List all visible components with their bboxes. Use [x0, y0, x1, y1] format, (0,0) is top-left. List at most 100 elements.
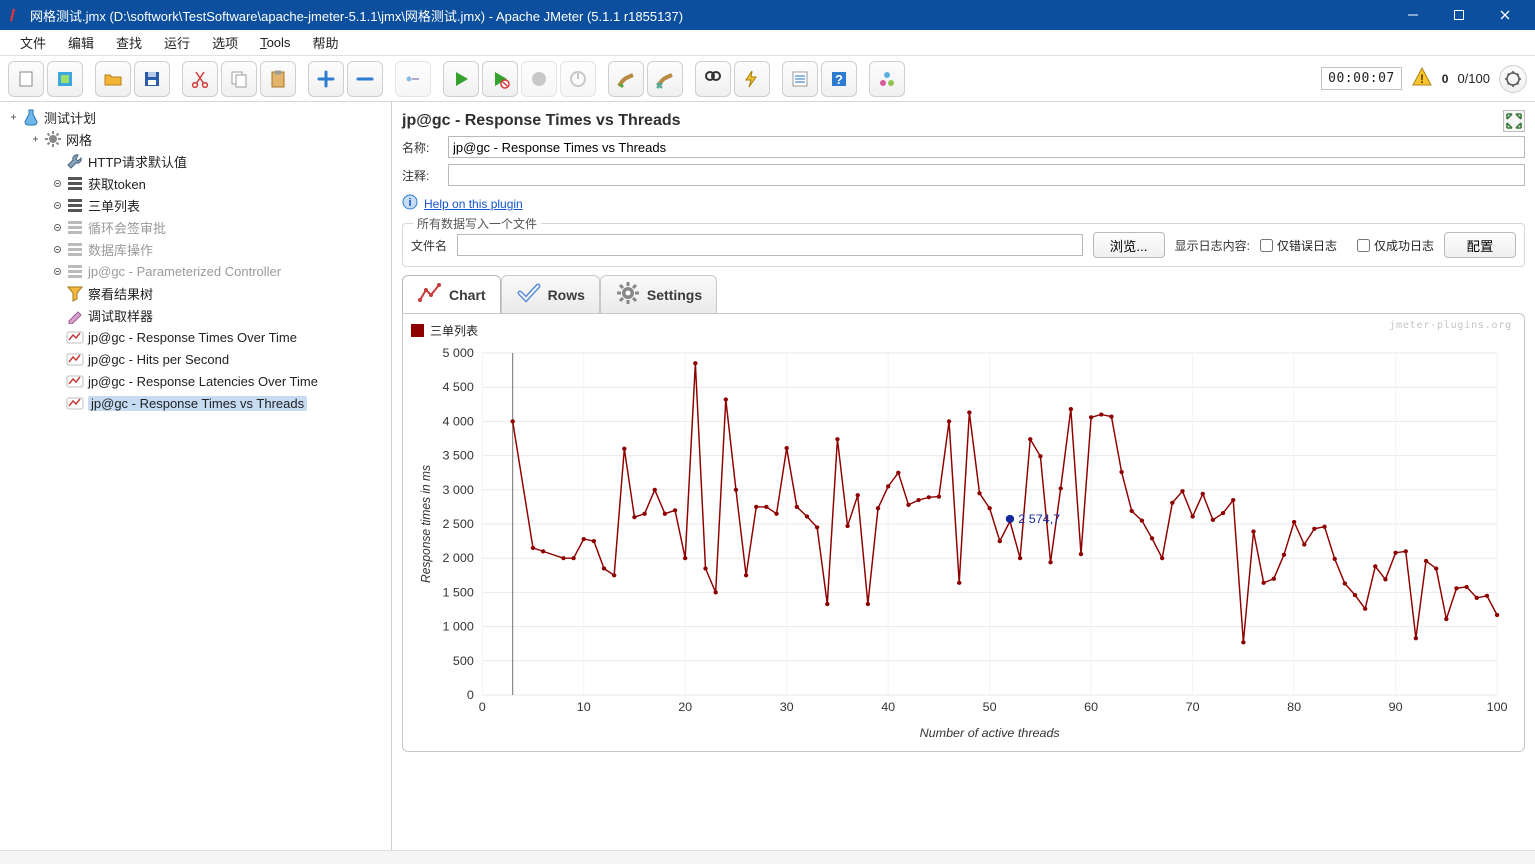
- plugins-button[interactable]: [869, 61, 905, 97]
- help-link[interactable]: Help on this plugin: [424, 197, 523, 211]
- tree-item-icon: [66, 328, 84, 346]
- tree-item-label: 察看结果树: [88, 284, 153, 303]
- tree-item[interactable]: jp@gc - Response Latencies Over Time: [8, 370, 391, 392]
- browse-button[interactable]: 浏览...: [1093, 232, 1165, 258]
- cut-button[interactable]: [182, 61, 218, 97]
- help-button[interactable]: ?: [821, 61, 857, 97]
- configure-button[interactable]: 配置: [1444, 232, 1516, 258]
- tree-item-icon: [66, 152, 84, 170]
- tree-item-icon: [22, 108, 40, 126]
- menu-help[interactable]: 帮助: [302, 30, 348, 55]
- tab-rows[interactable]: Rows: [501, 275, 600, 313]
- chart-panel: 三单列表 jmeter-plugins.org 05001 0001 5002 …: [402, 313, 1525, 752]
- success-only-checkbox[interactable]: 仅成功日志: [1357, 237, 1434, 254]
- new-button[interactable]: [8, 61, 44, 97]
- clear-button[interactable]: [608, 61, 644, 97]
- tree-toggle-icon[interactable]: [52, 266, 62, 276]
- start-no-timer-button[interactable]: [482, 61, 518, 97]
- maximize-button[interactable]: [1437, 1, 1481, 29]
- close-button[interactable]: [1483, 1, 1527, 29]
- templates-button[interactable]: [47, 61, 83, 97]
- tree-item-label: 获取token: [88, 174, 146, 193]
- svg-text:2 000: 2 000: [442, 551, 474, 565]
- tree-item[interactable]: 三单列表: [8, 194, 391, 216]
- tree-item[interactable]: jp@gc - Response Times vs Threads: [8, 392, 391, 414]
- tree-item[interactable]: HTTP请求默认值: [8, 150, 391, 172]
- paste-button[interactable]: [260, 61, 296, 97]
- menu-file[interactable]: 文件: [10, 30, 56, 55]
- tree-item[interactable]: jp@gc - Parameterized Controller: [8, 260, 391, 282]
- file-output-fieldset: 所有数据写入一个文件 文件名 浏览... 显示日志内容: 仅错误日志 仅成功日志…: [402, 223, 1525, 267]
- comment-label: 注释:: [402, 167, 442, 184]
- tree-item[interactable]: 调试取样器: [8, 304, 391, 326]
- open-button[interactable]: [95, 61, 131, 97]
- tree-item[interactable]: 网格: [8, 128, 391, 150]
- tree-item[interactable]: 数据库操作: [8, 238, 391, 260]
- toolbar-settings-button[interactable]: [1499, 65, 1527, 93]
- tree-item[interactable]: 获取token: [8, 172, 391, 194]
- tab-chart[interactable]: Chart: [402, 275, 501, 313]
- name-input[interactable]: [448, 136, 1525, 158]
- clear-all-button[interactable]: [647, 61, 683, 97]
- tree-toggle-icon[interactable]: [52, 244, 62, 254]
- menu-options[interactable]: 选项: [202, 30, 248, 55]
- filename-label: 文件名: [411, 237, 447, 254]
- warning-icon[interactable]: !: [1411, 66, 1433, 91]
- collapse-button[interactable]: [347, 61, 383, 97]
- legend-swatch: [411, 324, 424, 337]
- tab-settings[interactable]: Settings: [600, 275, 717, 313]
- start-button[interactable]: [443, 61, 479, 97]
- copy-button[interactable]: [221, 61, 257, 97]
- window-title: 网格测试.jmx (D:\softwork\TestSoftware\apach…: [30, 6, 683, 25]
- function-helper-button[interactable]: [782, 61, 818, 97]
- save-button[interactable]: [134, 61, 170, 97]
- chart-watermark: jmeter-plugins.org: [1389, 320, 1512, 331]
- menu-run[interactable]: 运行: [154, 30, 200, 55]
- toggle-button[interactable]: [395, 61, 431, 97]
- tree-item-icon: [44, 130, 62, 148]
- tree-item[interactable]: 循环会签审批: [8, 216, 391, 238]
- svg-text:!: !: [1420, 72, 1424, 86]
- comment-input[interactable]: [448, 164, 1525, 186]
- thread-count: 0/100: [1457, 71, 1490, 86]
- tree-item[interactable]: jp@gc - Response Times Over Time: [8, 326, 391, 348]
- chart-canvas[interactable]: 05001 0001 5002 0002 5003 0003 5004 0004…: [409, 343, 1518, 743]
- tree-item-icon: [66, 394, 84, 412]
- tree-item-icon: [66, 174, 84, 192]
- tree-pane[interactable]: 测试计划网格HTTP请求默认值获取token三单列表循环会签审批数据库操作jp@…: [0, 102, 392, 850]
- minimize-button[interactable]: [1391, 1, 1435, 29]
- tree-item-label: 数据库操作: [88, 240, 153, 259]
- tree-toggle-icon[interactable]: [52, 200, 62, 210]
- tree-item[interactable]: 察看结果树: [8, 282, 391, 304]
- tree-item-label: 循环会签审批: [88, 218, 166, 237]
- svg-text:100: 100: [1487, 700, 1508, 714]
- statusbar: [0, 850, 1535, 864]
- svg-text:3 000: 3 000: [442, 483, 474, 497]
- svg-text:30: 30: [780, 700, 794, 714]
- shutdown-button[interactable]: [560, 61, 596, 97]
- tree-toggle-icon[interactable]: [52, 178, 62, 188]
- tree-item[interactable]: jp@gc - Hits per Second: [8, 348, 391, 370]
- filename-input[interactable]: [457, 234, 1083, 256]
- expand-panel-button[interactable]: [1503, 110, 1525, 132]
- tree-item-icon: [66, 350, 84, 368]
- tree-toggle-icon[interactable]: [52, 222, 62, 232]
- menu-edit[interactable]: 编辑: [58, 30, 104, 55]
- menu-tools[interactable]: Tools: [250, 32, 300, 53]
- tree-toggle-icon[interactable]: [30, 134, 40, 144]
- reset-search-button[interactable]: [734, 61, 770, 97]
- tree-toggle-icon[interactable]: [8, 112, 18, 122]
- tree-item-label: 网格: [66, 130, 92, 149]
- svg-text:2 574,7: 2 574,7: [1018, 512, 1060, 526]
- svg-text:80: 80: [1287, 700, 1301, 714]
- toolbar: ? 00:00:07 ! 0 0/100: [0, 56, 1535, 102]
- svg-text:Response times in ms: Response times in ms: [419, 465, 433, 583]
- menu-find[interactable]: 查找: [106, 30, 152, 55]
- settings-tab-icon: [615, 280, 641, 309]
- search-button[interactable]: [695, 61, 731, 97]
- stop-button[interactable]: [521, 61, 557, 97]
- tree-item-icon: [66, 262, 84, 280]
- error-only-checkbox[interactable]: 仅错误日志: [1260, 237, 1337, 254]
- expand-button[interactable]: [308, 61, 344, 97]
- tree-item[interactable]: 测试计划: [8, 106, 391, 128]
